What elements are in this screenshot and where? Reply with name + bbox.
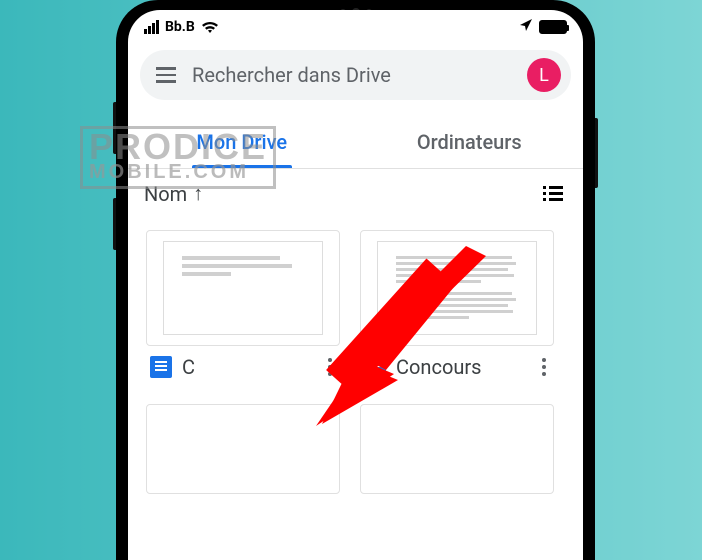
location-icon — [519, 18, 533, 36]
status-bar: Bb.B — [128, 10, 583, 40]
file-grid: C — [128, 214, 583, 494]
tabs: Mon Drive Ordinateurs — [128, 118, 583, 169]
phone-power-button — [595, 118, 598, 188]
docs-icon — [364, 356, 386, 378]
search-bar[interactable]: Rechercher dans Drive L — [140, 50, 571, 100]
phone-side-button — [113, 102, 116, 154]
file-item-placeholder — [146, 404, 340, 494]
battery-icon — [539, 20, 567, 34]
sort-field: Nom — [144, 182, 187, 206]
file-thumbnail — [360, 230, 554, 346]
sort-direction-icon: ↑ — [193, 181, 203, 206]
sort-button[interactable]: Nom ↑ — [144, 181, 203, 206]
file-name: C — [182, 355, 314, 379]
phone-frame: Bb.B Rechercher dans Drive L Mon Drive O… — [116, 0, 595, 560]
phone-side-button — [113, 198, 116, 250]
signal-icon — [144, 20, 159, 34]
docs-icon — [150, 356, 172, 378]
file-thumbnail — [146, 230, 340, 346]
file-item-placeholder — [360, 404, 554, 494]
phone-screen: Bb.B Rechercher dans Drive L Mon Drive O… — [128, 10, 583, 560]
more-options-icon[interactable] — [538, 354, 550, 380]
file-item[interactable]: Concours — [360, 230, 554, 384]
file-item[interactable]: C — [146, 230, 340, 384]
more-options-icon[interactable] — [324, 354, 336, 380]
sort-row: Nom ↑ — [128, 169, 583, 214]
hamburger-icon[interactable] — [152, 63, 180, 87]
search-input[interactable]: Rechercher dans Drive — [192, 63, 515, 87]
carrier-label: Bb.B — [165, 19, 195, 35]
wifi-icon — [201, 20, 219, 34]
avatar[interactable]: L — [527, 58, 561, 92]
file-name: Concours — [396, 355, 528, 379]
view-toggle-icon[interactable] — [539, 182, 567, 205]
tab-my-drive[interactable]: Mon Drive — [128, 118, 356, 168]
tab-computers[interactable]: Ordinateurs — [356, 118, 584, 168]
